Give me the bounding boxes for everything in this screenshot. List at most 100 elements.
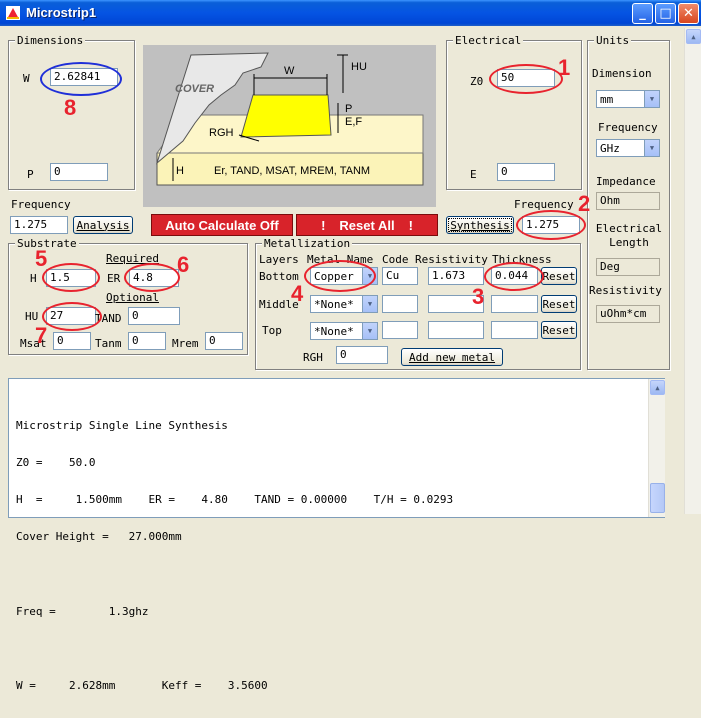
electrical-length-unit-label: Electrical Length [595,222,663,249]
close-button[interactable]: ✕ [678,3,699,24]
output-scrollbar[interactable]: ▲ [648,379,665,517]
output-line: H = 1.500mm ER = 4.80 TAND = 0.00000 T/H… [16,493,454,507]
top-code-field[interactable]: ​ [382,321,418,339]
annotation-ellipse-hu [42,302,102,331]
minimize-button[interactable]: _ [632,3,653,24]
optional-label: Optional [106,291,159,304]
layers-header: Layers [259,253,299,266]
output-line: ​ [16,569,453,581]
results-output[interactable]: Microstrip Single Line Synthesis Z0 = 50… [8,378,665,692]
maximize-button[interactable]: □ [655,3,676,24]
chevron-down-icon[interactable]: ▼ [362,323,377,339]
diagram-rgh-label: RGH [209,127,234,139]
output-line: W = 2.628mm Keff = 3.5600 [16,679,268,693]
electrical-title: Electrical [453,34,524,47]
analysis-frequency-label: Frequency [11,198,71,211]
chevron-down-icon[interactable]: ▼ [644,91,659,107]
top-thickness-field[interactable]: ​ [491,321,538,339]
annotation-number-6: 6 [177,252,190,277]
dimension-unit-select[interactable]: mm ▼ [596,90,660,108]
window-scrollbar[interactable]: ▲ [684,28,701,514]
maximize-icon: □ [659,6,672,21]
dimension-unit-label: Dimension [592,67,652,80]
output-line: Z0 = 50.0 [16,456,96,470]
e-field[interactable]: 0 [497,163,555,181]
top-resistivity-field[interactable]: ​ [428,321,484,339]
title-bar[interactable] [0,0,701,26]
chevron-down-icon[interactable]: ▼ [362,296,377,312]
z0-label: Z0 [470,75,484,88]
tanm-field[interactable]: 0 [128,332,166,350]
analysis-button[interactable]: Analysis [73,216,133,234]
middle-metal-select[interactable]: *None* ▼ [310,295,378,313]
annotation-ellipse-metal [304,260,376,292]
tanm-label: Tanm [95,337,122,350]
output-line: Microstrip Single Line Synthesis [16,418,228,432]
mrem-label: Mrem [172,337,199,350]
msat-field[interactable]: 0 [53,332,91,350]
middle-code-field[interactable]: ​ [382,295,418,313]
scroll-thumb[interactable] [650,483,665,513]
chevron-down-icon[interactable]: ▼ [644,140,659,156]
warning-icon: ! [408,217,413,233]
annotation-number-5: 5 [35,246,48,271]
top-metal-select[interactable]: *None* ▼ [310,322,378,340]
rgh-label: RGH [303,351,323,364]
annotation-number-4: 4 [291,281,304,306]
mrem-field[interactable]: 0 [205,332,243,350]
metallization-title: Metallization [262,237,353,250]
frequency-unit-select[interactable]: GHz ▼ [596,139,660,157]
scroll-up-icon[interactable]: ▲ [650,380,665,395]
reset-all-label: Reset All [339,217,395,233]
middle-thickness-field[interactable]: ​ [491,295,538,313]
bottom-reset-button[interactable]: Reset [541,267,577,285]
results-text: Microstrip Single Line Synthesis Z0 = 50… [16,395,453,718]
output-line: ​ [16,643,453,655]
diagram-p-label: P [345,103,353,115]
top-reset-button[interactable]: Reset [541,321,577,339]
diagram-w-label: W [284,65,295,77]
scroll-up-icon[interactable]: ▲ [686,29,701,44]
synthesis-button[interactable]: Synthesis [446,216,514,234]
bottom-code-field[interactable]: Cu [382,267,418,285]
reset-all-button[interactable]: ! Reset All ! [296,214,438,236]
tand-field[interactable]: 0 [128,307,180,325]
annotation-ellipse-frequency [516,210,586,240]
annotation-ellipse-h [42,263,100,292]
annotation-ellipse-z0 [489,64,563,94]
diagram-ef-label: E,F [345,116,363,128]
top-layer-label: Top [262,324,282,337]
er-label: ER [107,272,121,285]
e-label: E [470,168,477,181]
annotation-ellipse-er [124,263,180,292]
warning-icon: ! [321,217,326,233]
close-icon: ✕ [683,6,694,21]
code-header: Code [382,253,409,266]
bottom-resistivity-field[interactable]: 1.673 [428,267,484,285]
middle-reset-button[interactable]: Reset [541,295,577,313]
annotation-number-3: 3 [472,284,485,309]
annotation-number-7: 7 [35,323,48,348]
resistivity-unit-label: Resistivity [589,284,662,297]
resistivity-unit-field: uOhm*cm [596,305,660,323]
diagram-cover-label: COVER [175,83,215,95]
minimize-icon: _ [639,6,646,21]
add-new-metal-button[interactable]: Add new metal [401,348,503,366]
p-field[interactable]: 0 [50,163,108,181]
annotation-ellipse-thickness [484,262,544,291]
impedance-unit-label: Impedance [596,175,656,188]
output-line: Freq = 1.3ghz [16,604,149,618]
p-label: P [27,168,34,181]
w-label: W [23,72,30,85]
annotation-ellipse-w [40,62,122,96]
output-line: Cover Height = 27.000mm [16,530,182,544]
diagram-substrate-label: Er, TAND, MSAT, MREM, TANM [214,165,371,177]
app-icon [6,6,20,20]
electrical-length-unit-field: Deg [596,258,660,276]
analysis-frequency-field[interactable]: 1.275 [10,216,68,234]
auto-calculate-button[interactable]: Auto Calculate Off [151,214,293,236]
frequency-unit-label: Frequency [598,121,658,134]
rgh-field[interactable]: 0 [336,346,388,364]
annotation-number-2: 2 [578,191,591,216]
annotation-number-1: 1 [558,55,571,80]
